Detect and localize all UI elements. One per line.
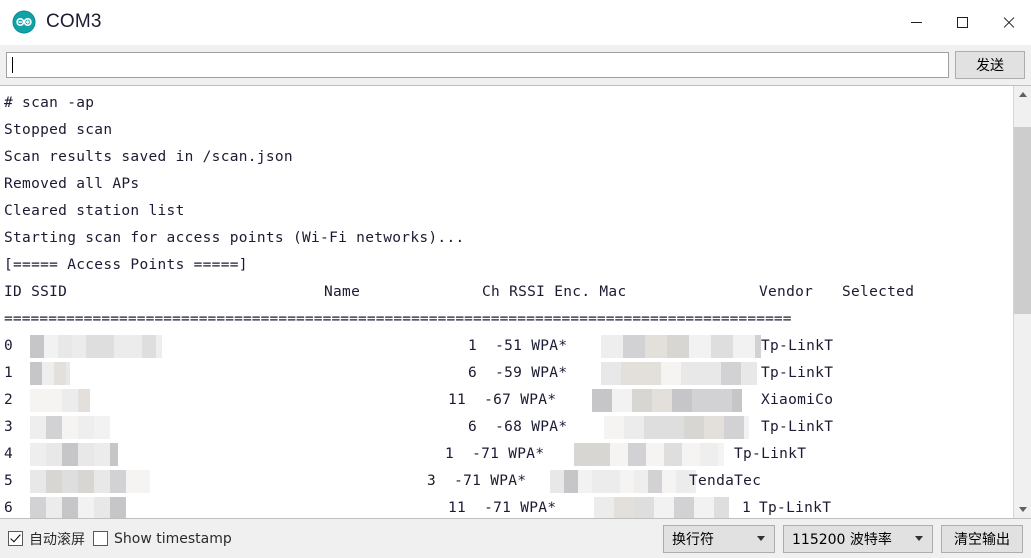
ap-row-vendor: Tp-LinkT	[759, 500, 832, 516]
send-button[interactable]: 发送	[955, 51, 1025, 79]
redacted-block	[30, 470, 150, 493]
scrollbar-track[interactable]	[1014, 103, 1031, 501]
redacted-block	[30, 443, 118, 466]
terminal-scrollbar[interactable]	[1013, 86, 1031, 518]
ap-row-vendor: Tp-LinkT	[734, 446, 807, 462]
ap-row-vendor: XiaomiCo	[761, 392, 834, 408]
redacted-block	[604, 416, 749, 439]
ap-row-vendor: Tp-LinkT	[761, 419, 834, 435]
terminal-line: Cleared station list	[4, 203, 185, 219]
redacted-block	[550, 470, 696, 493]
ap-table-row[interactable]: 6 11 -71 WPA* 1 Tp-LinkT	[4, 495, 1013, 518]
terminal-line: [===== Access Points =====]	[4, 257, 248, 273]
ap-table-row[interactable]: 5 3 -71 WPA* TendaTec	[4, 468, 1013, 495]
autoscroll-checkbox-box[interactable]	[8, 531, 23, 546]
ap-table-row[interactable]: 2 11 -67 WPA* XiaomiCo	[4, 387, 1013, 414]
ap-row-ch-rssi-enc: 3 -71 WPA*	[418, 473, 527, 489]
ap-row-ch-rssi-enc: 1 -51 WPA*	[459, 338, 568, 354]
ap-table-row[interactable]: 0 1 -51 WPA* Tp-LinkT	[4, 333, 1013, 360]
baud-rate-value: 115200 波特率	[792, 531, 892, 548]
clear-output-button[interactable]: 清空输出	[941, 524, 1023, 553]
terminal-line: Scan results saved in /scan.json	[4, 149, 293, 165]
autoscroll-label: 自动滚屏	[29, 531, 85, 548]
ap-table-row[interactable]: 4 1 -71 WPA* Tp-LinkT	[4, 441, 1013, 468]
terminal-area: # scan -ap Stopped scan Scan results saved…	[0, 85, 1031, 518]
scroll-down-button[interactable]	[1014, 501, 1031, 518]
autoscroll-checkbox[interactable]: 自动滚屏	[8, 529, 85, 549]
ap-table-row[interactable]: 3 6 -68 WPA* Tp-LinkT	[4, 414, 1013, 441]
ap-row-ch-rssi-enc: 6 -59 WPA*	[459, 365, 568, 381]
close-icon	[1002, 16, 1015, 29]
minimize-icon	[910, 21, 922, 23]
terminal-output[interactable]: # scan -ap Stopped scan Scan results saved…	[0, 86, 1013, 518]
terminal-line: Starting scan for access points (Wi-Fi n…	[4, 230, 465, 246]
ap-row-id: 3	[4, 419, 14, 435]
arduino-logo-icon	[12, 10, 36, 34]
show-timestamp-checkbox[interactable]: Show timestamp	[93, 531, 232, 547]
redacted-block	[594, 497, 729, 518]
redacted-block	[30, 389, 90, 412]
ap-row-vendor: TendaTec	[689, 473, 762, 489]
maximize-button[interactable]	[939, 0, 985, 44]
redacted-block	[574, 443, 724, 466]
ap-row-id: 4	[4, 446, 14, 462]
window-controls	[893, 0, 1031, 44]
ap-row-id: 2	[4, 392, 14, 408]
redacted-block	[30, 497, 126, 518]
header-name: Name	[324, 284, 361, 300]
ap-row-id: 0	[4, 338, 14, 354]
command-input[interactable]	[6, 52, 949, 78]
redacted-block	[592, 389, 742, 412]
scroll-up-button[interactable]	[1014, 86, 1031, 103]
window-title: COM3	[46, 11, 102, 32]
ap-row-id: 5	[4, 473, 14, 489]
title-bar: COM3	[0, 0, 1031, 45]
show-timestamp-label: Show timestamp	[114, 530, 232, 547]
ap-row-vendor: Tp-LinkT	[761, 365, 834, 381]
ap-row-ch-rssi-enc: 11 -67 WPA*	[448, 392, 557, 408]
ap-table-divider: ========================================…	[4, 311, 792, 327]
ap-row-selected: 1	[742, 500, 752, 516]
bottom-bar: 自动滚屏 Show timestamp 换行符 115200 波特率 清空输出	[0, 518, 1031, 558]
redacted-block	[30, 416, 110, 439]
terminal-line: Stopped scan	[4, 122, 113, 138]
terminal-line: Removed all APs	[4, 176, 140, 192]
redacted-block	[601, 362, 757, 385]
maximize-icon	[956, 16, 968, 28]
text-caret	[12, 57, 13, 73]
minimize-button[interactable]	[893, 0, 939, 44]
show-timestamp-checkbox-box[interactable]	[93, 531, 108, 546]
close-button[interactable]	[985, 0, 1031, 44]
ap-row-vendor: Tp-LinkT	[761, 338, 834, 354]
serial-monitor-window: COM3 发送 # scan -ap Stopped scan Scan resul…	[0, 0, 1031, 558]
scrollbar-thumb[interactable]	[1014, 126, 1031, 314]
header-id-ssid: ID SSID	[4, 284, 68, 300]
ap-row-ch-rssi-enc: 11 -71 WPA*	[448, 500, 557, 516]
ap-row-id: 1	[4, 365, 14, 381]
line-ending-select[interactable]: 换行符	[663, 524, 775, 553]
redacted-block	[30, 362, 70, 385]
ap-table-header: ID SSID Name Ch RSSI Enc. Mac Vendor Selecte…	[4, 279, 1013, 306]
scroll-up-icon	[1018, 92, 1027, 97]
chevron-down-icon	[915, 536, 923, 541]
header-selected: Selected	[842, 284, 915, 300]
redacted-block	[601, 335, 761, 358]
header-vendor: Vendor	[759, 284, 814, 300]
scroll-down-icon	[1018, 507, 1027, 512]
baud-rate-select[interactable]: 115200 波特率	[783, 524, 933, 553]
terminal-line: # scan -ap	[4, 95, 95, 111]
ap-row-ch-rssi-enc: 6 -68 WPA*	[459, 419, 568, 435]
chevron-down-icon	[757, 536, 765, 541]
ap-row-ch-rssi-enc: 1 -71 WPA*	[436, 446, 545, 462]
ap-table-row[interactable]: 1 6 -59 WPA* Tp-LinkT	[4, 360, 1013, 387]
redacted-block	[30, 335, 162, 358]
send-bar: 发送	[0, 45, 1031, 85]
line-ending-value: 换行符	[672, 531, 714, 548]
header-ch-rssi-enc-mac: Ch RSSI Enc. Mac	[482, 284, 627, 300]
ap-row-id: 6	[4, 500, 14, 516]
